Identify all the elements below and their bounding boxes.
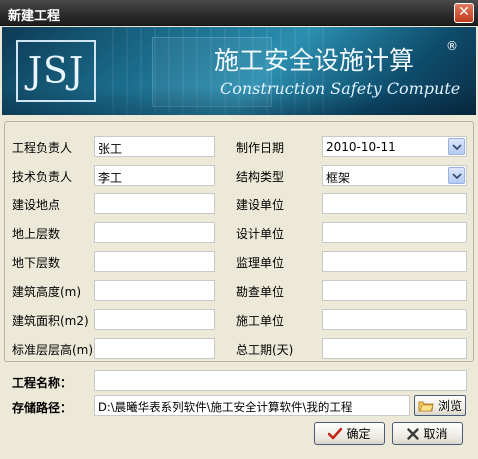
supervision-unit-input[interactable] <box>322 251 467 272</box>
date-dropdown-button[interactable] <box>448 138 465 155</box>
total-duration-label: 总工期(天) <box>236 343 294 357</box>
banner: JSJ 施工安全设施计算 ® Construction Safety Compu… <box>2 27 476 115</box>
project-manager-input[interactable]: 张工 <box>94 136 215 157</box>
project-name-input[interactable] <box>94 370 467 391</box>
chevron-down-icon <box>452 173 462 179</box>
ok-label: 确定 <box>346 427 371 441</box>
close-icon: ✕ <box>458 4 470 20</box>
floors-above-input[interactable] <box>94 222 215 243</box>
std-floor-height-input[interactable] <box>94 338 215 359</box>
survey-unit-label: 勘查单位 <box>236 285 285 299</box>
checkmark-icon <box>328 427 343 439</box>
design-unit-input[interactable] <box>322 222 467 243</box>
building-height-label: 建筑高度(m) <box>12 285 82 299</box>
creation-date-label: 制作日期 <box>236 141 285 155</box>
construction-unit-label: 建设单位 <box>236 198 285 212</box>
floors-above-label: 地上层数 <box>12 227 61 241</box>
std-floor-height-label: 标准层层高(m) <box>12 343 94 357</box>
folder-icon <box>418 401 434 412</box>
building-height-input[interactable] <box>94 280 215 301</box>
builder-unit-input[interactable] <box>322 309 467 330</box>
design-unit-label: 设计单位 <box>236 227 285 241</box>
cancel-x-icon <box>407 427 420 440</box>
build-location-input[interactable] <box>94 193 215 214</box>
product-title-en: Construction Safety Compute <box>220 79 461 98</box>
cancel-button[interactable]: 取消 <box>392 422 463 445</box>
total-duration-input[interactable] <box>322 338 467 359</box>
build-location-label: 建设地点 <box>12 198 61 212</box>
logo-text: JSJ <box>27 50 85 92</box>
tech-manager-input[interactable]: 李工 <box>94 165 215 186</box>
storage-path-label: 存储路径： <box>12 401 73 415</box>
browse-button[interactable]: 浏览 <box>414 395 466 416</box>
ok-button[interactable]: 确定 <box>314 422 385 445</box>
chevron-down-icon <box>452 144 462 150</box>
cancel-label: 取消 <box>423 427 448 441</box>
building-area-label: 建筑面积(m2) <box>12 314 89 328</box>
creation-date-picker[interactable]: 2010-10-11 <box>322 136 467 157</box>
project-manager-label: 工程负责人 <box>12 141 73 155</box>
construction-unit-input[interactable] <box>322 193 467 214</box>
builder-unit-label: 施工单位 <box>236 314 285 328</box>
browse-label: 浏览 <box>437 399 462 413</box>
title-bar: 新建工程 ✕ <box>0 0 478 26</box>
project-name-label: 工程名称： <box>12 376 73 390</box>
supervision-unit-label: 监理单位 <box>236 256 285 270</box>
structure-dropdown-button[interactable] <box>448 167 465 184</box>
close-button[interactable]: ✕ <box>454 3 474 23</box>
structure-type-select[interactable]: 框架 <box>322 165 467 186</box>
structure-type-label: 结构类型 <box>236 170 285 184</box>
tech-manager-label: 技术负责人 <box>12 170 73 184</box>
building-area-input[interactable] <box>94 309 215 330</box>
registered-mark: ® <box>446 39 458 53</box>
floors-below-input[interactable] <box>94 251 215 272</box>
creation-date-value: 2010-10-11 <box>326 140 396 154</box>
survey-unit-input[interactable] <box>322 280 467 301</box>
logo: JSJ <box>16 40 96 102</box>
window-title: 新建工程 <box>8 9 61 24</box>
structure-type-value: 框架 <box>326 171 351 185</box>
floors-below-label: 地下层数 <box>12 256 61 270</box>
storage-path-input[interactable]: D:\晨曦华表系列软件\施工安全计算软件\我的工程 <box>94 395 410 416</box>
product-title-cn: 施工安全设施计算 <box>214 46 415 75</box>
